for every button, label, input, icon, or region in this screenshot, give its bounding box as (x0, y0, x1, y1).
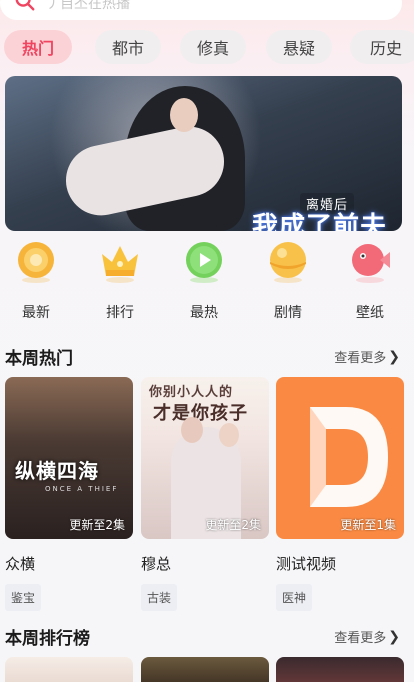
category-tabs: 热门 都市 修真 悬疑 历史 (0, 30, 414, 64)
update-badge: 更新至2集 (69, 518, 125, 532)
update-badge: 更新至1集 (340, 518, 396, 532)
video-poster: 纵横四海 ONCE A THIEF 更新至2集 (5, 377, 133, 539)
video-poster: 更新至1集 (276, 377, 404, 539)
category-label: 排行 (106, 305, 134, 321)
category-label: 剧情 (274, 305, 302, 321)
hero-banner[interactable]: 离婚后 我成了前夫的白月光 (5, 76, 402, 231)
video-card[interactable]: 你别小人人的 才是你孩子 更新至2集 穆总 古装 (141, 377, 269, 611)
category-plot[interactable]: 剧情 (258, 240, 318, 322)
play-icon (182, 240, 226, 284)
chevron-right-icon: ❯ (388, 628, 400, 645)
video-tag[interactable]: 医神 (276, 584, 313, 611)
video-card[interactable]: 更新至1集 测试视频 医神 (276, 377, 404, 611)
app-logo-icon (310, 407, 388, 507)
tab-suspense[interactable]: 悬疑 (266, 30, 332, 64)
section-title-weekly-hot: 本周热门 (5, 349, 73, 369)
banner-title: 我成了前夫的白月光 (252, 212, 388, 231)
weekly-hot-more-link[interactable]: 查看更多 ❯ (334, 347, 400, 367)
ball-icon (266, 240, 310, 284)
category-hottest[interactable]: 最热 (174, 240, 234, 322)
video-tag[interactable]: 古装 (141, 584, 178, 611)
video-title: 穆总 (141, 555, 172, 573)
tab-hot[interactable]: 热门 (4, 30, 72, 64)
category-label: 壁纸 (356, 305, 384, 321)
update-badge: 更新至2集 (205, 518, 261, 532)
rank-card-poster[interactable] (276, 657, 404, 682)
poster-face (219, 423, 239, 447)
video-card[interactable]: 纵横四海 ONCE A THIEF 更新至2集 众横 鉴宝 (5, 377, 133, 611)
rank-card-poster[interactable] (141, 657, 269, 682)
poster-title: 纵横四海 (15, 459, 99, 483)
search-placeholder: 丿自丕在热播 (46, 0, 130, 12)
crown-icon (98, 240, 142, 284)
more-label: 查看更多 (334, 351, 387, 366)
chevron-right-icon: ❯ (388, 348, 400, 365)
category-label: 最热 (190, 305, 218, 321)
search-bar[interactable]: 丿自丕在热播 (0, 0, 402, 20)
tab-xiuzhen[interactable]: 修真 (180, 30, 246, 64)
fish-icon (348, 240, 392, 284)
video-tag[interactable]: 鉴宝 (5, 584, 42, 611)
tab-history[interactable]: 历史 (350, 30, 414, 64)
more-label: 查看更多 (334, 631, 387, 646)
search-icon (14, 0, 36, 16)
poster-face (181, 417, 203, 443)
coin-icon (14, 240, 58, 284)
category-ranking[interactable]: 排行 (90, 240, 150, 322)
category-label: 最新 (22, 305, 50, 321)
video-title: 测试视频 (276, 555, 337, 573)
weekly-rank-more-link[interactable]: 查看更多 ❯ (334, 627, 400, 647)
category-wallpaper[interactable]: 壁纸 (340, 240, 400, 322)
poster-subtitle: ONCE A THIEF (45, 485, 119, 493)
tab-urban[interactable]: 都市 (95, 30, 161, 64)
category-grid: 最新 排行 最热 剧情 壁纸 (0, 240, 414, 325)
banner-face (170, 98, 198, 132)
category-latest[interactable]: 最新 (6, 240, 66, 322)
video-title: 众横 (5, 555, 36, 573)
rank-card-poster[interactable] (5, 657, 133, 682)
video-poster: 你别小人人的 才是你孩子 更新至2集 (141, 377, 269, 539)
section-title-weekly-rank: 本周排行榜 (5, 629, 90, 649)
poster-title-top: 你别小人人的 (149, 385, 234, 400)
